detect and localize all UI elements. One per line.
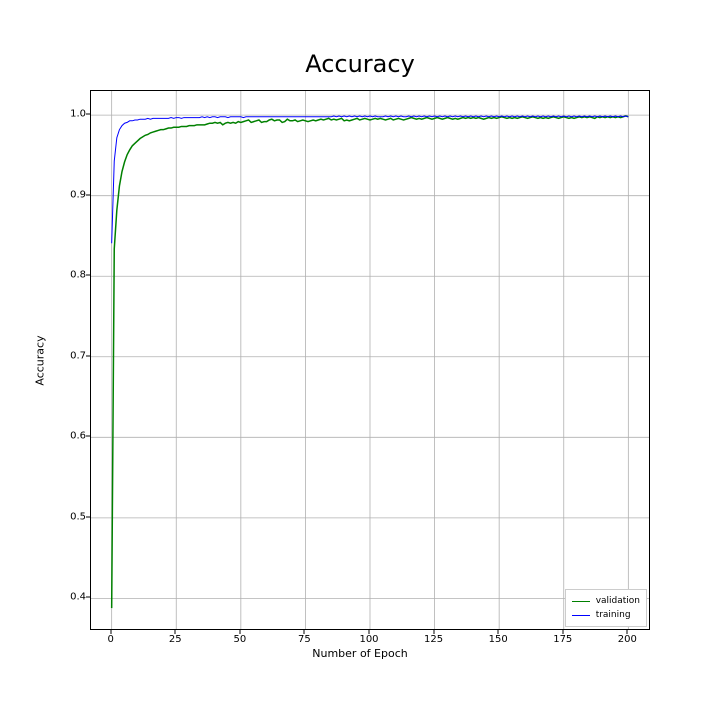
x-tick-label: 0 <box>107 634 113 645</box>
x-axis-label: Number of Epoch <box>0 647 720 660</box>
y-tick-label: 0.7 <box>46 350 86 361</box>
legend-label-validation: validation <box>596 594 640 608</box>
x-tick-label: 125 <box>424 634 443 645</box>
legend-swatch-validation <box>572 601 590 602</box>
x-tick-label: 25 <box>169 634 182 645</box>
y-tick-label: 1.0 <box>46 109 86 120</box>
y-tick-label: 0.5 <box>46 511 86 522</box>
y-tick-label: 0.9 <box>46 189 86 200</box>
legend-label-training: training <box>596 608 631 622</box>
plot-area: validation training <box>90 90 650 630</box>
y-tick-label: 0.4 <box>46 592 86 603</box>
x-tick-label: 100 <box>359 634 378 645</box>
x-tick-label: 200 <box>618 634 637 645</box>
legend-entry-training: training <box>572 608 640 622</box>
plot-svg <box>91 91 649 629</box>
x-tick-label: 75 <box>298 634 311 645</box>
grid <box>91 91 649 629</box>
x-tick-label: 50 <box>233 634 246 645</box>
legend: validation training <box>565 589 647 627</box>
legend-swatch-training <box>572 615 590 616</box>
chart-title: Accuracy <box>0 50 720 78</box>
legend-entry-validation: validation <box>572 594 640 608</box>
y-tick-label: 0.8 <box>46 270 86 281</box>
figure: Accuracy Accuracy validation training Nu… <box>0 0 720 720</box>
x-tick-label: 175 <box>553 634 572 645</box>
y-tick-label: 0.6 <box>46 431 86 442</box>
x-tick-label: 150 <box>489 634 508 645</box>
